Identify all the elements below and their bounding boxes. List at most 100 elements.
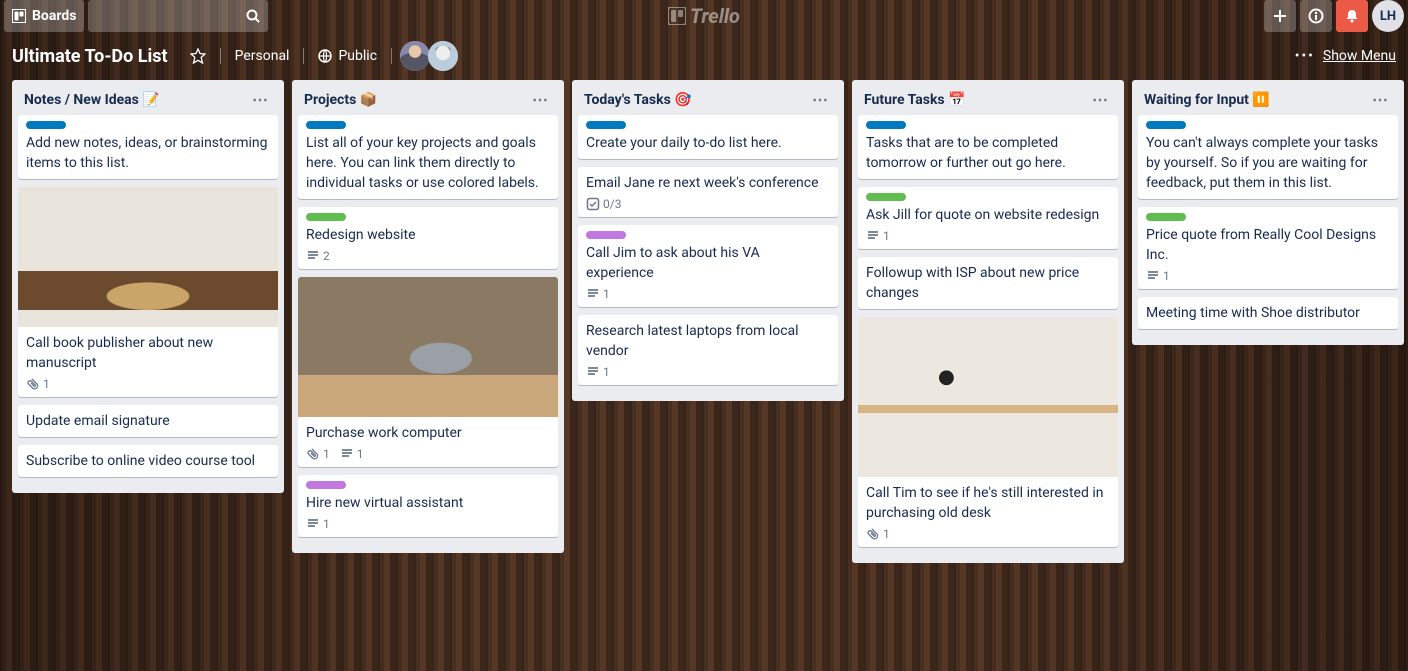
bell-icon	[1344, 8, 1360, 24]
card-cover-image	[18, 187, 278, 327]
app-logo-text: Trello	[690, 4, 740, 28]
badge-text: 1	[43, 377, 50, 391]
boards-button[interactable]: Boards	[4, 0, 84, 32]
list-cards: You can't always complete your tasks by …	[1138, 115, 1398, 337]
list-menu-button[interactable]: ⋯	[528, 90, 552, 109]
card[interactable]: Meeting time with Shoe distributor	[1138, 297, 1398, 329]
app-logo[interactable]: Trello	[668, 0, 740, 32]
card-title: Subscribe to online video course tool	[26, 451, 270, 471]
star-button[interactable]	[180, 40, 216, 72]
show-menu-button[interactable]: ••• Show Menu	[1295, 48, 1396, 64]
list-title[interactable]: Notes / New Ideas 📝	[24, 92, 248, 108]
badge-desc: 1	[866, 229, 890, 243]
card-title: Redesign website	[306, 225, 550, 245]
member-avatar[interactable]	[400, 41, 430, 71]
card[interactable]: Followup with ISP about new price change…	[858, 257, 1118, 309]
global-header: Boards Trello LH	[0, 0, 1408, 32]
card-cover-image	[298, 277, 558, 417]
list: Waiting for Input ⏸️⋯You can't always co…	[1132, 80, 1404, 345]
boards-label: Boards	[32, 8, 76, 24]
card[interactable]: Email Jane re next week's conference0/3	[578, 167, 838, 217]
card[interactable]: Subscribe to online video course tool	[18, 445, 278, 477]
card[interactable]: Update email signature	[18, 405, 278, 437]
team-button[interactable]: Personal	[225, 40, 300, 72]
list: Future Tasks 📅⋯ Tasks that are to be comp…	[852, 80, 1124, 563]
info-button[interactable]	[1300, 0, 1332, 32]
header-right-buttons: LH	[1260, 0, 1404, 32]
card[interactable]: Tasks that are to be completed tomorrow …	[858, 115, 1118, 179]
card[interactable]: Add new notes, ideas, or brainstorming i…	[18, 115, 278, 179]
card[interactable]: Research latest laptops from local vendo…	[578, 315, 838, 385]
list-title[interactable]: Waiting for Input ⏸️	[1144, 92, 1368, 108]
search-icon	[246, 9, 260, 23]
card[interactable]: Purchase work computer11	[298, 277, 558, 467]
card-label[interactable]	[586, 121, 626, 129]
card[interactable]: Redesign website 2	[298, 207, 558, 269]
plus-icon	[1273, 9, 1287, 23]
create-button[interactable]	[1264, 0, 1296, 32]
card-label[interactable]	[1146, 121, 1186, 129]
card-labels	[866, 121, 1110, 129]
card-label[interactable]	[306, 121, 346, 129]
card-title: Price quote from Really Cool Designs Inc…	[1146, 225, 1390, 265]
card[interactable]: Price quote from Really Cool Designs Inc…	[1138, 207, 1398, 289]
list-title[interactable]: Projects 📦	[304, 92, 528, 108]
card[interactable]: Create your daily to-do list here.	[578, 115, 838, 159]
card-badges: 2	[306, 249, 550, 263]
badge-desc: 1	[306, 517, 330, 531]
card-labels	[586, 121, 830, 129]
list-menu-button[interactable]: ⋯	[1368, 90, 1392, 109]
badge-text: 1	[323, 517, 330, 531]
badge-text: 2	[323, 249, 330, 263]
card[interactable]: Call Tim to see if he's still interested…	[858, 317, 1118, 547]
card-badges: 1	[26, 377, 270, 391]
list-cards: Create your daily to-do list here. Email …	[578, 115, 838, 393]
notifications-button[interactable]	[1336, 0, 1368, 32]
card-title: Hire new virtual assistant	[306, 493, 550, 513]
list-title[interactable]: Today's Tasks 🎯	[584, 92, 808, 108]
search-input[interactable]	[88, 0, 268, 32]
badge-desc: 1	[586, 287, 610, 301]
board-canvas[interactable]: Notes / New Ideas 📝⋯Add new notes, ideas…	[0, 80, 1408, 563]
board-header: Ultimate To-Do List Personal Public ••• …	[0, 32, 1408, 80]
card[interactable]: Call Jim to ask about his VA experience1	[578, 225, 838, 307]
card-labels	[1146, 121, 1390, 129]
card[interactable]: Call book publisher about new manuscript…	[18, 187, 278, 397]
separator	[391, 48, 392, 64]
board-name[interactable]: Ultimate To-Do List	[12, 46, 168, 67]
card[interactable]: Ask Jill for quote on website redesign1	[858, 187, 1118, 249]
user-avatar[interactable]: LH	[1372, 0, 1404, 32]
card[interactable]: Hire new virtual assistant 1	[298, 475, 558, 537]
card-labels	[1146, 213, 1390, 221]
badge-desc: 1	[340, 447, 364, 461]
card-labels	[306, 213, 550, 221]
list-menu-button[interactable]: ⋯	[1088, 90, 1112, 109]
card-badges: 1	[866, 229, 1110, 243]
visibility-label: Public	[338, 48, 377, 64]
card-label[interactable]	[1146, 213, 1186, 221]
list-menu-button[interactable]: ⋯	[808, 90, 832, 109]
card-title: Call book publisher about new manuscript	[26, 333, 270, 373]
card-label[interactable]	[866, 121, 906, 129]
card-badges: 1	[586, 287, 830, 301]
card-title: Create your daily to-do list here.	[586, 133, 830, 153]
visibility-button[interactable]: Public	[308, 40, 387, 72]
card-label[interactable]	[866, 193, 906, 201]
card[interactable]: List all of your key projects and goals …	[298, 115, 558, 199]
globe-icon	[318, 49, 332, 63]
list-header: Notes / New Ideas 📝⋯	[18, 86, 278, 115]
card[interactable]: You can't always complete your tasks by …	[1138, 115, 1398, 199]
card-label[interactable]	[586, 231, 626, 239]
card-label[interactable]	[26, 121, 66, 129]
badge-text: 1	[603, 287, 610, 301]
board-members[interactable]	[402, 41, 458, 71]
list-header: Waiting for Input ⏸️⋯	[1138, 86, 1398, 115]
card-label[interactable]	[306, 481, 346, 489]
card-badges: 1	[866, 527, 1110, 541]
team-label: Personal	[235, 48, 290, 64]
list-title[interactable]: Future Tasks 📅	[864, 92, 1088, 108]
list-cards: List all of your key projects and goals …	[298, 115, 558, 545]
list-menu-button[interactable]: ⋯	[248, 90, 272, 109]
card-label[interactable]	[306, 213, 346, 221]
member-avatar[interactable]	[428, 41, 458, 71]
